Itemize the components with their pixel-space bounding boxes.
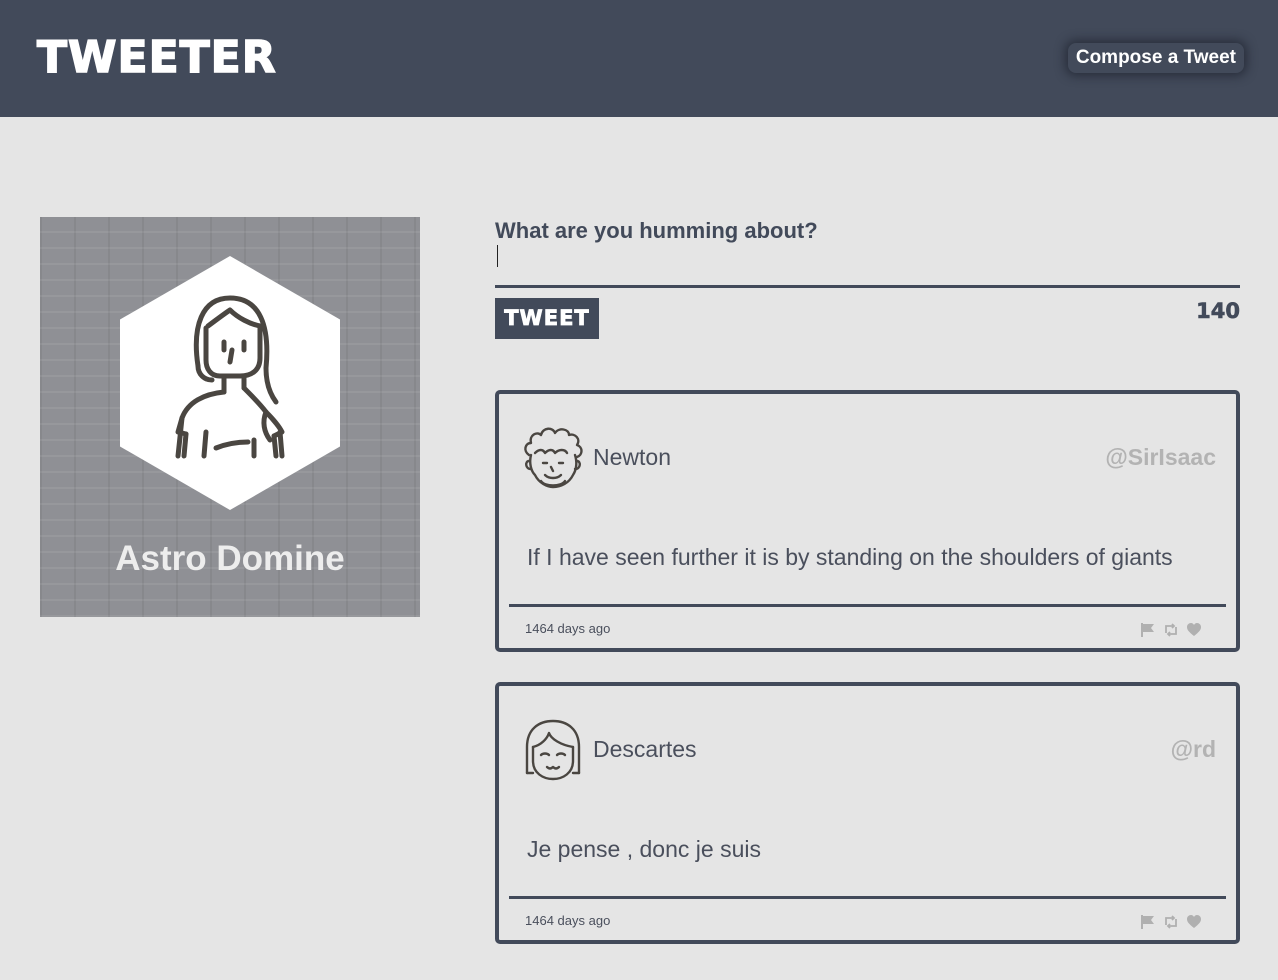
retweet-icon[interactable] (1163, 914, 1179, 930)
tweet-timestamp: 1464 days ago (525, 913, 611, 928)
tweet-text: If I have seen further it is by standing… (527, 544, 1173, 570)
tweet-card: Descartes @rd Je pense , donc je suis 14… (495, 682, 1240, 944)
tweet-author-name: Newton (593, 444, 671, 470)
tweet-actions (1140, 622, 1202, 638)
tweet-text-input[interactable] (495, 248, 1240, 288)
new-tweet-form: What are you humming about? Tweet 140 (495, 212, 1240, 342)
top-nav: Tweeter Compose a Tweet (0, 0, 1278, 117)
curly-hair-man-icon (524, 427, 583, 489)
composer-label: What are you humming about? (495, 218, 818, 243)
tweet-card: Newton @SirIsaac If I have seen further … (495, 390, 1240, 652)
tweet-divider (509, 896, 1226, 899)
brand-logo[interactable]: Tweeter (36, 30, 277, 86)
profile-name: Astro Domine (115, 539, 345, 578)
compose-tweet-button[interactable]: Compose a Tweet (1067, 43, 1244, 73)
profile-card: Astro Domine (40, 217, 420, 617)
character-counter: 140 (1196, 299, 1240, 324)
bob-hair-face-icon (525, 719, 581, 781)
heart-icon[interactable] (1186, 914, 1202, 930)
text-caret (497, 245, 498, 267)
tweet-author-name: Descartes (593, 736, 697, 762)
tweet-text: Je pense , donc je suis (527, 836, 761, 862)
tweet-divider (509, 604, 1226, 607)
tweet-author-handle[interactable]: @SirIsaac (1105, 442, 1216, 472)
flag-icon[interactable] (1140, 914, 1156, 930)
woman-avatar-icon (120, 256, 340, 510)
retweet-icon[interactable] (1163, 622, 1179, 638)
tweet-submit-button[interactable]: Tweet (495, 298, 599, 339)
heart-icon[interactable] (1186, 622, 1202, 638)
tweet-timestamp: 1464 days ago (525, 621, 611, 636)
tweet-author-handle[interactable]: @rd (1171, 734, 1216, 764)
flag-icon[interactable] (1140, 622, 1156, 638)
tweet-actions (1140, 914, 1202, 930)
